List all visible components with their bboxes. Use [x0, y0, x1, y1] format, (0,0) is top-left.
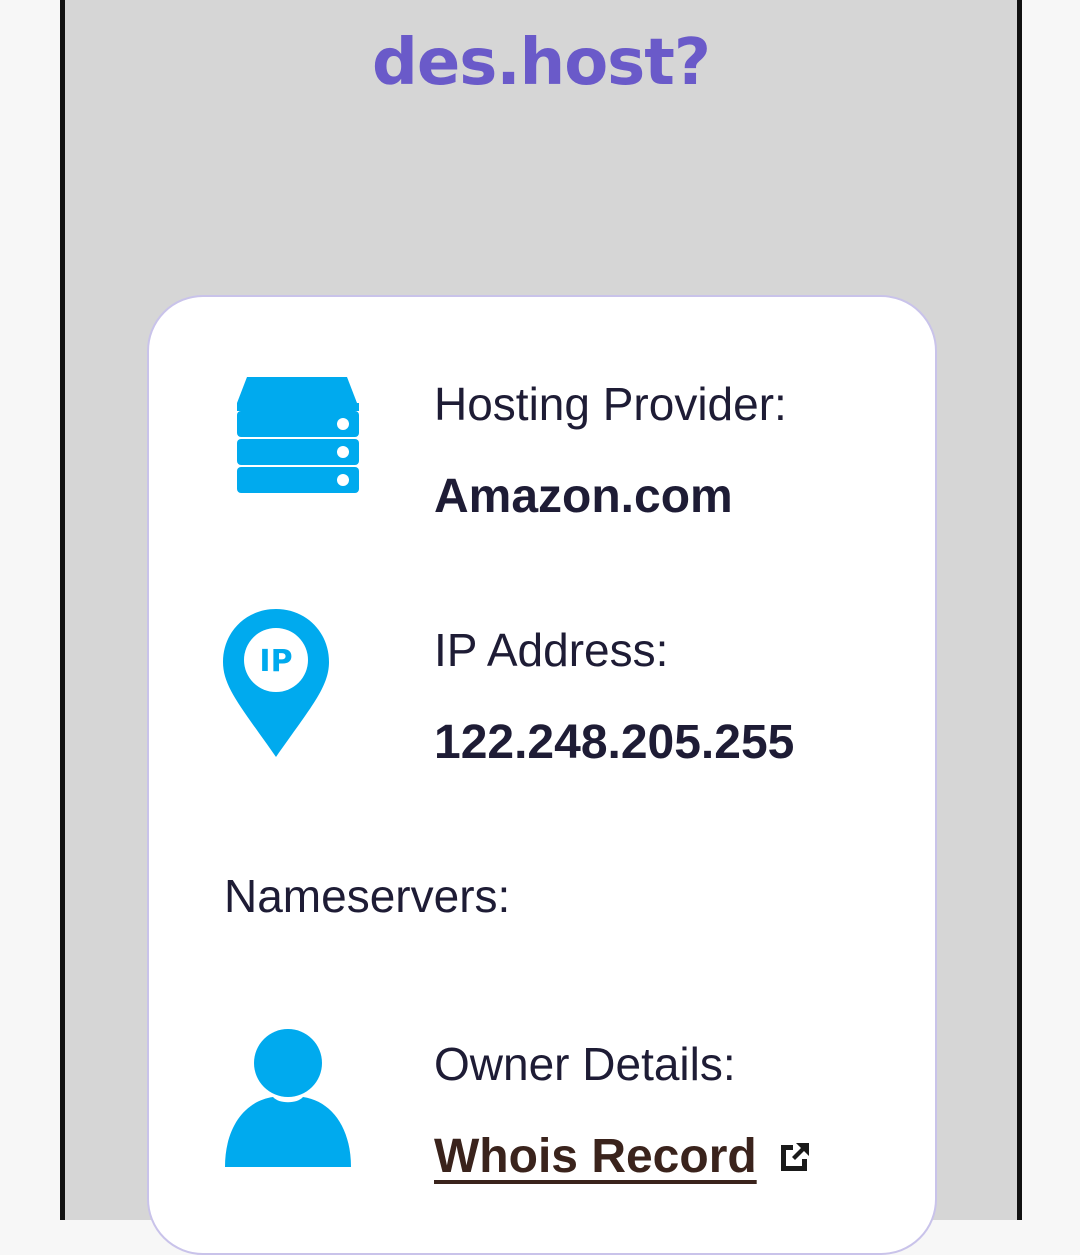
page-frame: des.host? Hosting Provider: Amazon.com I…: [60, 0, 1022, 1255]
ip-address-label: IP Address:: [434, 624, 669, 676]
nameservers-label: Nameservers:: [224, 870, 511, 922]
server-icon: [237, 377, 359, 493]
whois-record-link[interactable]: Whois Record: [434, 1129, 757, 1184]
ip-location-pin-icon: IP: [223, 609, 329, 757]
ip-address-value: 122.248.205.255: [434, 716, 795, 769]
hosting-provider-label: Hosting Provider:: [434, 378, 787, 430]
external-link-icon[interactable]: [777, 1139, 813, 1175]
hosting-provider-value: Amazon.com: [434, 470, 733, 523]
domain-info-card: Hosting Provider: Amazon.com IP IP Addre…: [147, 295, 937, 1255]
user-icon: [225, 1029, 351, 1167]
owner-details-label: Owner Details:: [434, 1038, 736, 1090]
page-title: des.host?: [372, 26, 711, 100]
ip-icon-text: IP: [259, 644, 292, 679]
